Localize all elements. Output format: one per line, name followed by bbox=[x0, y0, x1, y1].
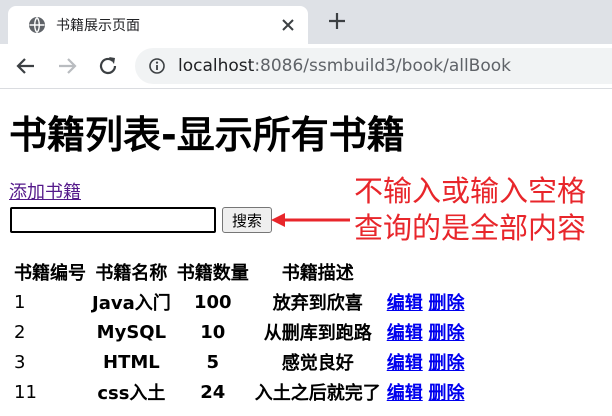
annotation-line-1: 不输入或输入空格 bbox=[354, 174, 587, 208]
book-id: 2 bbox=[14, 321, 26, 343]
header-book-name: 书籍名称 bbox=[95, 263, 168, 284]
info-icon[interactable] bbox=[149, 58, 165, 74]
book-count: 10 bbox=[200, 321, 226, 343]
delete-link[interactable]: 删除 bbox=[428, 353, 464, 374]
delete-link[interactable]: 删除 bbox=[428, 323, 464, 344]
row-actions: 编辑 删除 bbox=[385, 377, 467, 407]
add-book-link[interactable]: 添加书籍 bbox=[9, 178, 81, 204]
book-id: 11 bbox=[14, 381, 37, 403]
active-tab[interactable]: 书籍展示页面 bbox=[8, 6, 308, 44]
delete-link[interactable]: 删除 bbox=[428, 293, 464, 314]
search-input[interactable] bbox=[10, 207, 216, 233]
annotation-text: 不输入或输入空格 查询的是全部内容 bbox=[354, 173, 586, 247]
book-detail: 入土之后就完了 bbox=[254, 383, 381, 404]
row-actions: 编辑 删除 bbox=[385, 287, 467, 317]
address-bar[interactable]: localhost:8086/ssmbuild3/book/allBook bbox=[135, 48, 612, 84]
delete-link[interactable]: 删除 bbox=[428, 383, 464, 404]
globe-icon bbox=[29, 17, 45, 33]
page-title: 书籍列表-显示所有书籍 bbox=[9, 113, 405, 157]
table-row: 1 Java入门 100 放弃到欣喜 编辑 删除 bbox=[12, 287, 466, 317]
book-name: MySQL bbox=[96, 321, 167, 343]
book-detail: 感觉良好 bbox=[281, 353, 354, 374]
book-id: 1 bbox=[14, 291, 26, 313]
annotation-line-2: 查询的是全部内容 bbox=[354, 211, 587, 245]
book-name: css入土 bbox=[97, 383, 166, 404]
back-arrow-icon[interactable] bbox=[14, 54, 38, 78]
chrome-divider bbox=[0, 88, 612, 89]
edit-link[interactable]: 编辑 bbox=[387, 353, 423, 374]
book-count: 5 bbox=[206, 351, 219, 373]
close-icon[interactable] bbox=[280, 17, 296, 33]
book-name: HTML bbox=[103, 351, 160, 373]
table-header-row: 书籍编号 书籍名称 书籍数量 书籍描述 bbox=[12, 257, 466, 287]
table-row: 2 MySQL 10 从删库到跑路 编辑 删除 bbox=[12, 317, 466, 347]
search-button[interactable]: 搜索 bbox=[222, 207, 272, 233]
header-book-count: 书籍数量 bbox=[176, 263, 249, 284]
header-book-detail: 书籍描述 bbox=[281, 263, 354, 284]
book-detail: 从删库到跑路 bbox=[263, 323, 372, 344]
browser-toolbar: localhost:8086/ssmbuild3/book/allBook bbox=[0, 44, 612, 88]
book-detail: 放弃到欣喜 bbox=[272, 293, 363, 314]
reload-icon[interactable] bbox=[96, 54, 120, 78]
tab-title: 书籍展示页面 bbox=[56, 18, 140, 34]
url-text: localhost:8086/ssmbuild3/book/allBook bbox=[178, 56, 511, 76]
row-actions: 编辑 删除 bbox=[385, 317, 467, 347]
red-arrow-annotation bbox=[271, 213, 350, 227]
table-row: 3 HTML 5 感觉良好 编辑 删除 bbox=[12, 347, 466, 377]
url-path: :8086/ssmbuild3/book/allBook bbox=[254, 56, 511, 76]
row-actions: 编辑 删除 bbox=[385, 347, 467, 377]
edit-link[interactable]: 编辑 bbox=[387, 383, 423, 404]
edit-link[interactable]: 编辑 bbox=[387, 293, 423, 314]
table-row: 11 css入土 24 入土之后就完了 编辑 删除 bbox=[12, 377, 466, 407]
header-actions bbox=[385, 257, 467, 287]
header-book-id: 书籍编号 bbox=[14, 263, 86, 284]
book-count: 100 bbox=[193, 291, 232, 313]
book-name: Java入门 bbox=[92, 293, 171, 314]
forward-arrow-icon[interactable] bbox=[55, 54, 79, 78]
tab-strip: 书籍展示页面 bbox=[0, 0, 612, 44]
url-host: localhost bbox=[178, 56, 255, 76]
book-count: 24 bbox=[200, 381, 226, 403]
book-table: 书籍编号 书籍名称 书籍数量 书籍描述 1 Java入门 100 放弃到欣喜 编… bbox=[10, 257, 468, 407]
book-id: 3 bbox=[14, 351, 26, 373]
plus-icon[interactable] bbox=[327, 11, 347, 31]
edit-link[interactable]: 编辑 bbox=[387, 323, 423, 344]
